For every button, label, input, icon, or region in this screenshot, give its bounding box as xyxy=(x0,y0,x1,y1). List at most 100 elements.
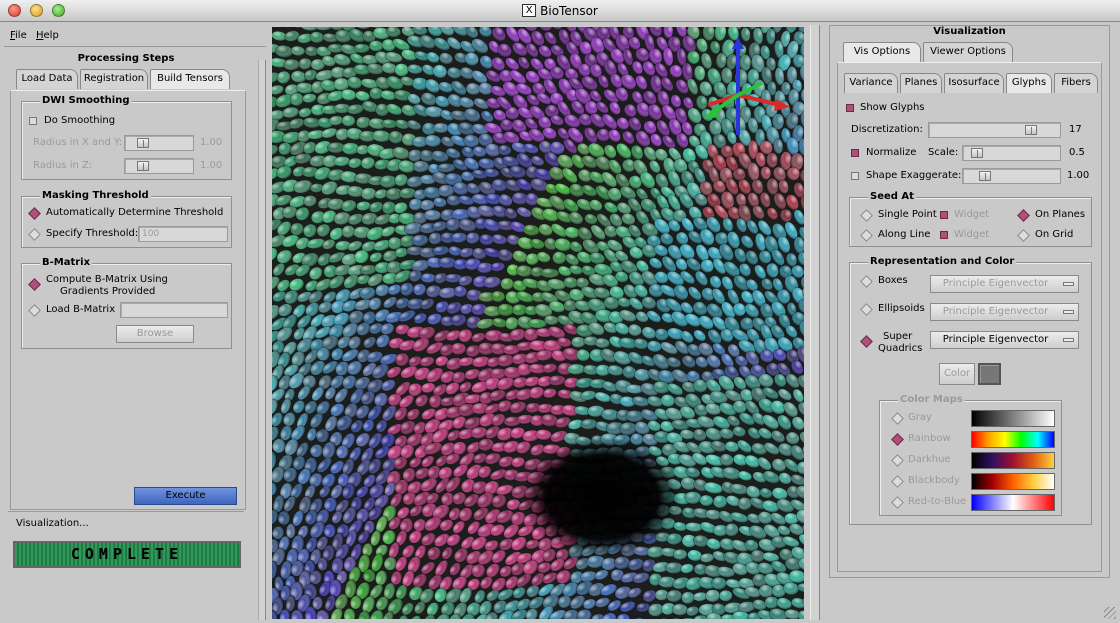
tab-build-tensors[interactable]: Build Tensors xyxy=(150,69,230,89)
tab-glyphs[interactable]: Glyphs xyxy=(1006,73,1052,93)
shape-exaggerate-checkbox[interactable] xyxy=(851,172,859,180)
colormap-gray-swatch xyxy=(971,410,1055,427)
colormap-darkhue-label: Darkhue xyxy=(908,454,951,465)
tab-load-data[interactable]: Load Data xyxy=(16,69,78,89)
auto-threshold-label: Automatically Determine Threshold xyxy=(46,207,224,218)
execute-button[interactable]: Execute xyxy=(134,487,237,505)
status-text: Visualization... xyxy=(16,518,89,529)
menu-help[interactable]: Help xyxy=(36,30,59,41)
processing-steps-tabbar: Load Data Registration Build Tensors xyxy=(16,69,248,90)
do-smoothing-label: Do Smoothing xyxy=(44,115,116,126)
resize-grip-icon[interactable] xyxy=(1104,607,1116,619)
specify-threshold-label: Specify Threshold: xyxy=(46,228,139,239)
menu-divider xyxy=(4,46,266,47)
visualization-header: Visualization xyxy=(933,26,1006,37)
browse-button[interactable]: Browse xyxy=(116,325,194,343)
dropdown-indicator-icon xyxy=(1063,310,1074,314)
colormap-blackbody-label: Blackbody xyxy=(908,475,960,486)
ellipsoids-color-dropdown[interactable]: Principle Eigenvector xyxy=(930,303,1079,321)
color-button[interactable]: Color xyxy=(939,363,975,385)
dropdown-indicator-icon xyxy=(1063,338,1074,342)
dwi-smoothing-title: DWI Smoothing xyxy=(40,95,132,106)
superquadrics-label-1: Super xyxy=(883,331,913,342)
slider-thumb[interactable] xyxy=(979,171,991,181)
colormap-blackbody-swatch xyxy=(971,473,1055,490)
along-line-widget-label: Widget xyxy=(954,229,990,240)
window-titlebar: X BioTensor xyxy=(0,0,1120,22)
boxes-label: Boxes xyxy=(878,275,908,286)
tab-fibers[interactable]: Fibers xyxy=(1054,73,1098,93)
load-bmatrix-label: Load B-Matrix xyxy=(46,304,116,315)
shape-exaggerate-label: Shape Exaggerate: xyxy=(866,170,962,181)
seed-at-title: Seed At xyxy=(868,191,916,202)
colormap-red-to-blue-label: Red-to-Blue xyxy=(908,496,967,507)
radius-xy-slider[interactable] xyxy=(124,135,194,151)
bmatrix-title: B-Matrix xyxy=(40,257,93,268)
discretization-value: 17 xyxy=(1069,124,1082,135)
show-glyphs-checkbox[interactable] xyxy=(846,104,854,112)
do-smoothing-checkbox[interactable] xyxy=(29,117,37,125)
processing-steps-header: Processing Steps xyxy=(77,53,175,64)
seed-on-planes-label: On Planes xyxy=(1035,209,1086,220)
color-swatch[interactable] xyxy=(978,363,1001,385)
discretization-label: Discretization: xyxy=(851,124,923,135)
representation-title: Representation and Color xyxy=(868,256,1017,267)
colormap-rainbow-swatch xyxy=(971,431,1055,448)
discretization-slider[interactable] xyxy=(928,122,1061,138)
color-maps-title: Color Maps xyxy=(898,394,965,405)
tab-variance[interactable]: Variance xyxy=(844,73,898,93)
radius-z-label: Radius in Z: xyxy=(33,160,93,171)
scale-value: 0.5 xyxy=(1069,147,1085,158)
progress-bar: COMPLETE xyxy=(13,541,241,568)
tab-viewer-options[interactable]: Viewer Options xyxy=(923,42,1013,62)
tensor-glyph-render xyxy=(272,27,804,619)
compute-bmatrix-label-2: Gradients Provided xyxy=(60,286,156,297)
radius-xy-label: Radius in X and Y: xyxy=(33,137,123,148)
shape-exaggerate-value: 1.00 xyxy=(1067,170,1090,181)
tab-vis-options[interactable]: Vis Options xyxy=(843,42,921,62)
normalize-label: Normalize xyxy=(866,147,917,158)
right-panel-splitter[interactable] xyxy=(810,25,820,620)
tab-isosurface[interactable]: Isosurface xyxy=(944,73,1004,93)
tab-registration[interactable]: Registration xyxy=(80,69,148,89)
3d-viewport[interactable] xyxy=(272,27,804,619)
along-line-widget-checkbox[interactable] xyxy=(940,231,948,239)
slider-thumb[interactable] xyxy=(137,138,149,148)
dropdown-indicator-icon xyxy=(1063,282,1074,286)
masking-threshold-title: Masking Threshold xyxy=(40,190,151,201)
threshold-input[interactable]: 100 xyxy=(138,226,228,242)
single-point-widget-checkbox[interactable] xyxy=(940,211,948,219)
left-panel-splitter[interactable] xyxy=(258,60,266,620)
normalize-checkbox[interactable] xyxy=(851,149,859,157)
boxes-color-dropdown[interactable]: Principle Eigenvector xyxy=(930,275,1079,293)
colormap-gray-label: Gray xyxy=(908,412,932,423)
slider-thumb[interactable] xyxy=(1025,125,1037,135)
seed-single-point-label: Single Point xyxy=(878,209,937,220)
bmatrix-path-input[interactable] xyxy=(120,302,228,318)
tab-planes[interactable]: Planes xyxy=(900,73,942,93)
slider-thumb[interactable] xyxy=(971,148,983,158)
seed-on-grid-label: On Grid xyxy=(1035,229,1074,240)
menu-file[interactable]: File xyxy=(10,30,27,41)
vis-subtabbar: Variance Planes Isosurface Glyphs Fibers xyxy=(844,73,1100,93)
menu-bar: File Help xyxy=(0,27,266,45)
scale-label: Scale: xyxy=(928,147,959,158)
colormap-rainbow-label: Rainbow xyxy=(908,433,951,444)
radius-xy-value: 1.00 xyxy=(200,137,223,148)
superquadrics-color-dropdown[interactable]: Principle Eigenvector xyxy=(930,331,1079,349)
slider-thumb[interactable] xyxy=(137,161,149,171)
radius-z-slider[interactable] xyxy=(124,158,194,174)
colormap-darkhue-swatch xyxy=(971,452,1055,469)
superquadrics-label-2: Quadrics xyxy=(878,343,923,354)
shape-exaggerate-slider[interactable] xyxy=(962,168,1061,184)
compute-bmatrix-label-1: Compute B-Matrix Using xyxy=(46,274,168,285)
show-glyphs-label: Show Glyphs xyxy=(860,102,925,113)
radius-z-value: 1.00 xyxy=(200,160,223,171)
scale-slider[interactable] xyxy=(962,145,1061,161)
single-point-widget-label: Widget xyxy=(954,209,990,220)
vis-tabbar: Vis Options Viewer Options xyxy=(843,42,1023,62)
status-divider xyxy=(8,511,244,512)
seed-along-line-label: Along Line xyxy=(878,229,931,240)
colormap-red-to-blue-swatch xyxy=(971,494,1055,511)
ellipsoids-label: Ellipsoids xyxy=(878,303,925,314)
